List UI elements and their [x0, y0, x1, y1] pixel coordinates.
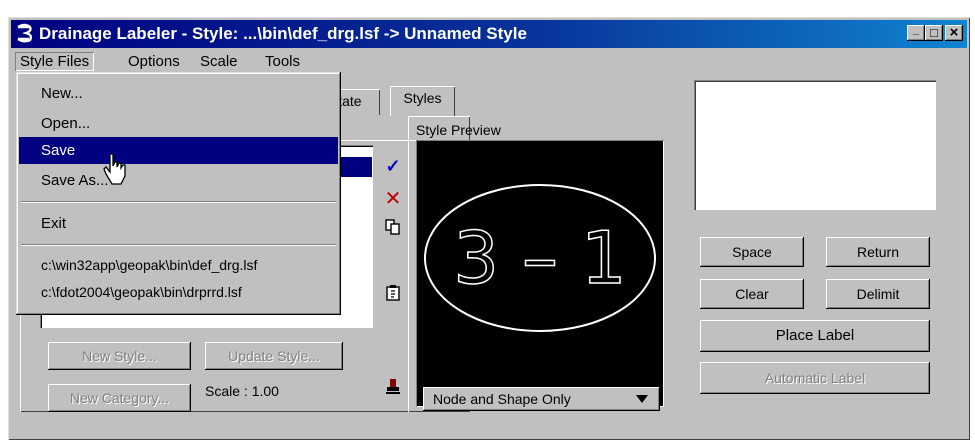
app-logo-icon [17, 23, 33, 43]
delete-x-icon[interactable]: ✕ [384, 186, 402, 210]
menu-item-save-as[interactable]: Save As... [19, 167, 338, 194]
label-text-box[interactable] [694, 80, 936, 210]
new-style-button[interactable]: New Style... [48, 342, 191, 370]
place-label-button[interactable]: Place Label [700, 320, 930, 352]
minimize-button[interactable]: _ [907, 24, 925, 41]
delimit-button[interactable]: Delimit [826, 279, 930, 309]
maximize-icon: □ [930, 25, 938, 40]
menu-scale[interactable]: Scale [195, 52, 243, 71]
list-item-selected[interactable] [340, 157, 372, 177]
preview-text: 3 – 1 [453, 216, 626, 300]
automatic-label-button[interactable]: Automatic Label [700, 362, 930, 394]
mouse-pointer-icon [103, 153, 126, 185]
menu-bar: Style Files Options Scale Tools [11, 49, 967, 73]
check-icon[interactable]: ✓ [384, 156, 402, 176]
return-button[interactable]: Return [826, 237, 930, 267]
maximize-button[interactable]: □ [925, 25, 943, 41]
style-files-menu: New... Open... Save Save As... Exit c:\w… [16, 72, 341, 315]
space-button[interactable]: Space [700, 237, 804, 267]
menu-item-save[interactable]: Save [19, 137, 338, 164]
menu-item-open[interactable]: Open... [19, 110, 338, 137]
shape-select-value: Node and Shape Only [433, 391, 571, 407]
menu-style-files[interactable]: Style Files [15, 52, 94, 71]
copy-icon[interactable] [384, 218, 402, 236]
menu-separator [21, 201, 336, 203]
window-title: Drainage Labeler - Style: ...\bin\def_dr… [39, 24, 527, 43]
new-category-button[interactable]: New Category... [48, 384, 191, 412]
clear-button[interactable]: Clear [700, 279, 804, 309]
scale-readout: Scale : 1.00 [205, 383, 279, 399]
close-icon: × [949, 24, 959, 41]
menu-separator [21, 244, 336, 246]
preview-drawing: 3 – 1 [424, 184, 656, 332]
minimize-icon: _ [912, 24, 920, 36]
shape-select[interactable]: Node and Shape Only [423, 387, 660, 411]
close-button[interactable]: × [945, 25, 963, 41]
menu-tools[interactable]: Tools [260, 52, 305, 71]
menu-item-new[interactable]: New... [19, 80, 338, 107]
menu-item-recent-2[interactable]: c:\fdot2004\geopak\bin\drprrd.lsf [19, 279, 338, 306]
paste-icon[interactable] [384, 284, 402, 302]
title-bar[interactable]: Drainage Labeler - Style: ...\bin\def_dr… [11, 20, 967, 48]
menu-item-recent-1[interactable]: c:\win32app\geopak\bin\def_drg.lsf [19, 252, 338, 279]
style-preview: 3 – 1 [416, 140, 664, 407]
menu-options[interactable]: Options [123, 52, 185, 71]
tab-styles[interactable]: Styles [390, 86, 455, 116]
menu-item-exit[interactable]: Exit [19, 210, 338, 237]
chevron-down-icon [636, 395, 648, 403]
update-style-button[interactable]: Update Style... [205, 342, 343, 370]
style-preview-label: Style Preview [416, 122, 501, 138]
stamp-icon[interactable] [384, 378, 402, 396]
